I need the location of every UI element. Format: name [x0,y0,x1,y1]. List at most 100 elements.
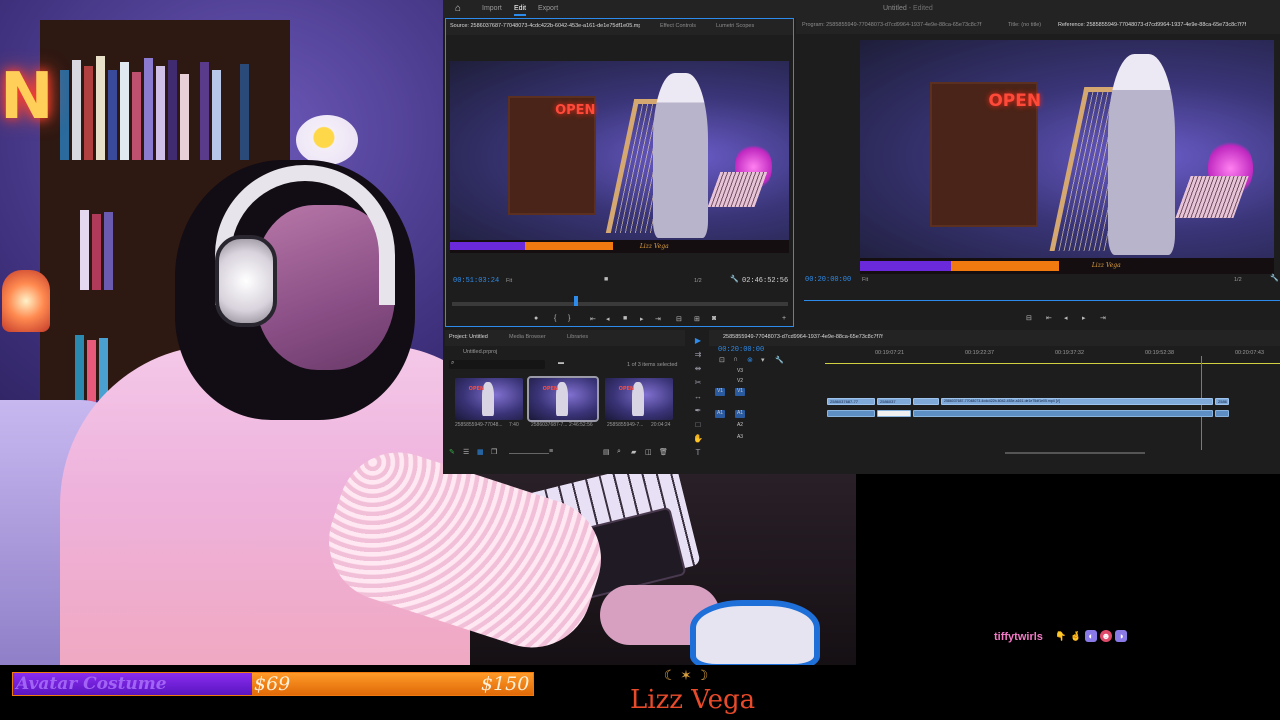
program-fit-select[interactable]: Fit [862,277,868,283]
program-monitor: Program: 2585855949-77048073-d7cd9964-19… [796,18,1280,327]
razor-tool-icon[interactable]: ✂ [692,378,704,388]
linked-selection-icon[interactable]: ⊗ [747,356,753,364]
audio-clip[interactable] [827,410,875,417]
ruler-tick: 00:20:07:43 [1235,350,1265,356]
play-icon[interactable]: ▸ [640,315,644,323]
audio-clip[interactable] [877,410,911,417]
project-item-thumb[interactable]: OPEN [605,378,673,420]
snap-icon[interactable]: ∩ [733,356,738,363]
selection-tool-icon[interactable]: ▶ [692,336,704,346]
timeline-settings-icon[interactable]: 🔧 [775,356,784,364]
tab-title[interactable]: Title: (no title) [1008,22,1041,28]
timeline-clip[interactable]: 2586 [1215,398,1229,405]
track-v1[interactable]: V1 [735,388,745,396]
tab-lumetri-scopes[interactable]: Lumetri Scopes [716,23,754,29]
slip-tool-icon[interactable]: ↔ [692,392,704,402]
source-scrubber[interactable] [452,302,788,306]
track-a2[interactable]: A2 [735,422,745,430]
program-resolution-select[interactable]: 1/2 [1234,277,1242,283]
timeline-clip[interactable]: 2586037687-77048073-4cdc422b-6042-453e-a… [941,398,1213,405]
track-v3[interactable]: V3 [735,368,745,376]
tab-project[interactable]: Project: Untitled [449,334,488,340]
pen-tool-icon[interactable]: ✒ [692,406,704,416]
find-icon[interactable]: ⌕ [617,448,621,456]
folder-icon[interactable]: ▰ [631,448,636,456]
source-resolution-select[interactable]: 1/2 [694,278,702,284]
home-icon[interactable]: ⌂ [455,3,467,15]
add-button-icon[interactable]: + [782,315,786,322]
timeline-clip[interactable]: 2586037687-77 [827,398,875,405]
tab-media-browser[interactable]: Media Browser [509,334,546,340]
marker-icon[interactable]: ● [534,315,538,322]
go-to-in-icon[interactable]: ⇤ [590,315,596,323]
tab-import[interactable]: Import [482,5,502,12]
tab-source[interactable]: Source: 2586037687-77048073-4cdc422b-604… [450,23,640,29]
timeline-timecode[interactable]: 00:20:00:00 [718,346,764,354]
timeline-clip[interactable] [913,398,939,405]
track-select-tool-icon[interactable]: ⇉ [692,350,704,360]
trash-icon[interactable]: 🗑 [659,448,668,456]
automate-icon[interactable]: ▤ [603,448,610,456]
overwrite-icon[interactable]: ⊞ [694,315,700,323]
camera-icon[interactable]: ◙ [712,315,716,322]
source-fit-select[interactable]: Fit [506,278,512,284]
go-to-out-icon[interactable]: ⇥ [655,315,661,323]
project-item-thumb[interactable]: OPEN [455,378,523,420]
stop-icon[interactable]: ■ [623,315,627,322]
source-settings-icon[interactable]: ■ [604,276,608,283]
tab-reference[interactable]: Reference: 2585855949-77048073-d7cd9964-… [1058,22,1246,28]
ripple-edit-tool-icon[interactable]: ⇹ [692,364,704,374]
type-tool-icon[interactable]: T [692,448,704,458]
program-timecode[interactable]: 00:20:00:00 [805,276,851,284]
book [96,56,105,160]
source-timecode[interactable]: 00:51:03:24 [453,277,499,285]
list-view-icon[interactable]: ☰ [463,448,469,456]
step-back-icon[interactable]: ◂ [1064,314,1068,322]
new-bin-icon[interactable]: ▬ [558,360,564,366]
mark-out-icon[interactable]: } [568,315,570,322]
step-back-icon[interactable]: ◂ [606,315,610,323]
track-v2[interactable]: V2 [735,378,745,386]
timeline-ruler[interactable] [825,363,1280,364]
wrench-icon[interactable]: 🔧 [1270,274,1279,282]
open-sign: OPEN [555,103,596,119]
source-patch-a1[interactable]: A1 [715,410,725,418]
track-a1[interactable]: A1 [735,410,745,418]
audio-clip[interactable] [913,410,1213,417]
tab-program[interactable]: Program: 2585855949-77048073-d7cd9964-19… [802,22,982,28]
play-icon[interactable]: ▸ [1082,314,1086,322]
icon-view-icon[interactable]: ▦ [477,448,484,456]
mark-in-icon[interactable]: { [554,315,556,322]
sort-icon[interactable]: ≡ [549,448,553,455]
tab-effect-controls[interactable]: Effect Controls [660,23,696,29]
source-panel-tabs: Source: 2586037687-77048073-4cdc422b-604… [446,19,793,35]
lamp [2,270,50,332]
search-input[interactable] [449,360,545,369]
audio-clip[interactable] [1215,410,1229,417]
pencil-icon[interactable]: ✎ [449,448,455,456]
track-a3[interactable]: A3 [735,434,745,442]
add-marker-icon[interactable]: ▾ [761,356,765,364]
program-scrubber[interactable] [804,300,1280,301]
tab-edit[interactable]: Edit [514,5,527,16]
timeline-clip[interactable]: 2586037 [877,398,911,405]
insert-icon[interactable]: ⊟ [676,315,682,323]
wrench-icon[interactable]: 🔧 [730,275,739,283]
nest-icon[interactable]: ⊡ [719,356,725,364]
go-to-in-icon[interactable]: ⇤ [1046,314,1052,322]
tab-export[interactable]: Export [538,5,558,12]
timeline-scrollbar[interactable] [1005,452,1145,454]
go-to-out-icon[interactable]: ⇥ [1100,314,1106,322]
zoom-slider[interactable] [509,453,549,454]
book [120,62,129,160]
rectangle-tool-icon[interactable]: □ [692,420,704,430]
tab-sequence[interactable]: 2585855949-77048073-d7cd9964-1937-4e9e-8… [723,334,883,340]
hand-tool-icon[interactable]: ✋ [692,434,704,444]
new-item-icon[interactable]: ◫ [645,448,652,456]
lift-icon[interactable]: ⊟ [1026,314,1032,322]
freeform-view-icon[interactable]: ❒ [491,448,497,456]
project-item-thumb[interactable]: OPEN [527,376,599,422]
tab-libraries[interactable]: Libraries [567,334,588,340]
source-playhead[interactable] [574,296,578,306]
source-patch-v1[interactable]: V1 [715,388,725,396]
